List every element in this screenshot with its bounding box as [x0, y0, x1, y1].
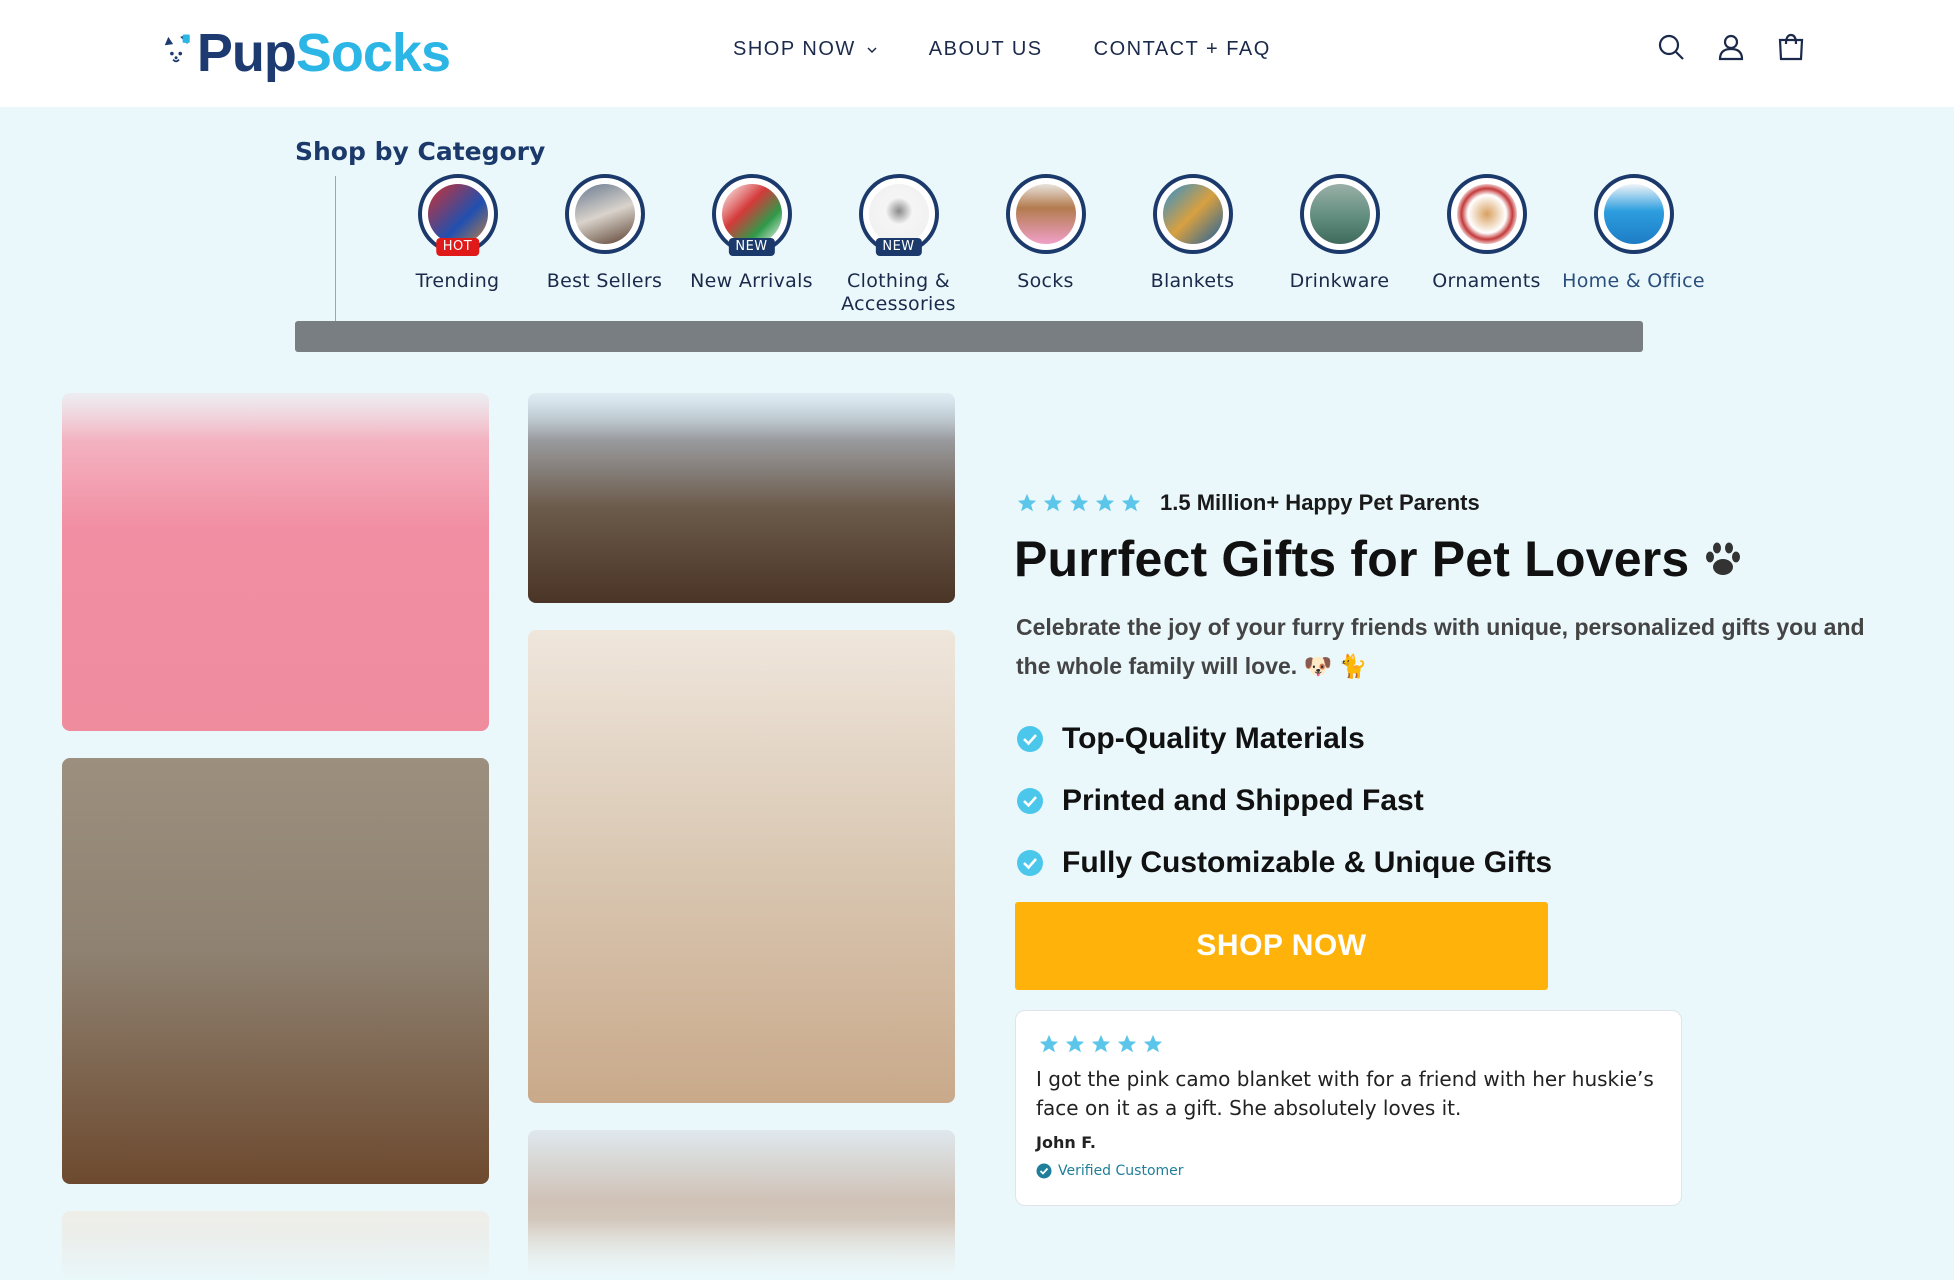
category-best-sellers-image [564, 174, 645, 254]
rating-stars [1016, 492, 1142, 514]
verified-label: Verified Customer [1058, 1163, 1184, 1179]
feature-text: Printed and Shipped Fast [1062, 784, 1424, 817]
star-icon [1091, 1034, 1111, 1053]
star-icon [1043, 493, 1063, 512]
category-section-title: Shop by Category [295, 137, 546, 166]
feature-list: Top-Quality Materials Printed and Shippe… [1016, 708, 1552, 894]
header-actions [1656, 32, 1806, 62]
new-badge: NEW [875, 238, 922, 256]
star-icon [1117, 1034, 1137, 1053]
hot-badge: HOT [435, 238, 480, 256]
pink-dog-blanket-image[interactable] [62, 393, 489, 731]
feature-item: Top-Quality Materials [1016, 708, 1552, 770]
star-icon [1143, 1034, 1163, 1053]
new-badge: NEW [728, 238, 775, 256]
review-text: I got the pink camo blanket with for a f… [1036, 1067, 1654, 1120]
hero-subtitle: Celebrate the joy of your furry friends … [1016, 614, 1865, 679]
review-card: I got the pink camo blanket with for a f… [1015, 1010, 1682, 1206]
paw-icon [1706, 542, 1741, 575]
feature-item: Fully Customizable & Unique Gifts [1016, 832, 1552, 894]
category-drinkware-label: Drinkware [1289, 270, 1390, 292]
category-blankets-label: Blankets [1150, 270, 1235, 292]
brand-name-part2: Socks [295, 23, 451, 83]
gallery-bottom-fade [40, 1200, 980, 1280]
category-scrollbar[interactable] [295, 321, 1643, 352]
category-clothing-accessories[interactable]: NEW Clothing & Accessories [825, 174, 972, 316]
star-icon [1095, 493, 1115, 512]
star-icon [1069, 493, 1089, 512]
star-icon [1039, 1034, 1059, 1053]
nav-shop-now-label: SHOP NOW [733, 38, 856, 60]
feature-text: Top-Quality Materials [1062, 722, 1365, 755]
hero-title: Purrfect Gifts for Pet Lovers [1014, 530, 1745, 588]
main-nav: SHOP NOW ABOUT US CONTACT + FAQ [733, 38, 1271, 61]
category-best-sellers-label: Best Sellers [546, 270, 663, 292]
review-author: John F. [1036, 1133, 1096, 1152]
category-trending[interactable]: HOT Trending [384, 174, 531, 316]
search-icon[interactable] [1656, 32, 1686, 62]
nav-about-us[interactable]: ABOUT US [929, 38, 1043, 61]
nav-contact-faq[interactable]: CONTACT + FAQ [1094, 38, 1271, 61]
category-drinkware[interactable]: Drinkware [1266, 174, 1413, 316]
category-blankets-image [1152, 174, 1233, 254]
category-carousel: HOT Trending Best Sellers NEW New Arriva… [384, 174, 1707, 316]
site-header: PupSocks SHOP NOW ABOUT US CONTACT + FAQ [0, 0, 1954, 107]
dog-logo-icon [164, 34, 190, 63]
verified-badge: Verified Customer [1036, 1163, 1184, 1179]
category-new-arrivals[interactable]: NEW New Arrivals [678, 174, 825, 316]
nav-contact-faq-label: CONTACT + FAQ [1093, 38, 1271, 60]
feature-item: Printed and Shipped Fast [1016, 770, 1552, 832]
check-circle-icon [1017, 726, 1043, 752]
dog-mom-shirt-image[interactable] [528, 630, 955, 1103]
category-trending-label: Trending [415, 270, 500, 292]
check-circle-icon [1017, 788, 1043, 814]
brand-name-part1: Pup [196, 23, 297, 83]
category-divider [335, 176, 336, 322]
category-home-office-image [1593, 174, 1674, 254]
category-ornaments-label: Ornaments [1432, 270, 1541, 292]
shop-now-button[interactable]: SHOP NOW [1015, 902, 1548, 990]
review-stars [1038, 1033, 1164, 1055]
account-icon[interactable] [1716, 32, 1746, 62]
category-best-sellers[interactable]: Best Sellers [531, 174, 678, 316]
category-clothing-accessories-label: Clothing & Accessories [841, 270, 956, 315]
hero-title-text: Purrfect Gifts for Pet Lovers [1014, 531, 1690, 587]
feature-text: Fully Customizable & Unique Gifts [1062, 846, 1553, 879]
category-home-office[interactable]: Home & Office [1560, 174, 1707, 316]
nav-shop-now[interactable]: SHOP NOW [733, 38, 878, 61]
category-blankets[interactable]: Blankets [1119, 174, 1266, 316]
star-icon [1065, 1034, 1085, 1053]
star-icon [1121, 493, 1141, 512]
category-home-office-label: Home & Office [1562, 270, 1705, 292]
custom-dog-socks-image[interactable] [62, 758, 489, 1184]
category-ornaments-image [1446, 174, 1527, 254]
cart-icon[interactable] [1776, 32, 1806, 62]
social-proof: 1.5 Million+ Happy Pet Parents [1016, 490, 1480, 516]
category-ornaments[interactable]: Ornaments [1413, 174, 1560, 316]
category-socks-image [1005, 174, 1086, 254]
gallery-top-fade [40, 380, 980, 440]
happy-customers-text: 1.5 Million+ Happy Pet Parents [1160, 490, 1480, 515]
chevron-down-icon [867, 46, 877, 53]
category-drinkware-image [1299, 174, 1380, 254]
star-icon [1017, 493, 1037, 512]
brand-logo[interactable]: PupSocks [160, 8, 451, 98]
check-circle-icon [1017, 850, 1043, 876]
category-new-arrivals-label: New Arrivals [690, 270, 813, 292]
category-socks[interactable]: Socks [972, 174, 1119, 316]
verified-check-icon [1036, 1163, 1052, 1179]
nav-about-us-label: ABOUT US [928, 38, 1043, 60]
category-socks-label: Socks [1017, 270, 1074, 292]
